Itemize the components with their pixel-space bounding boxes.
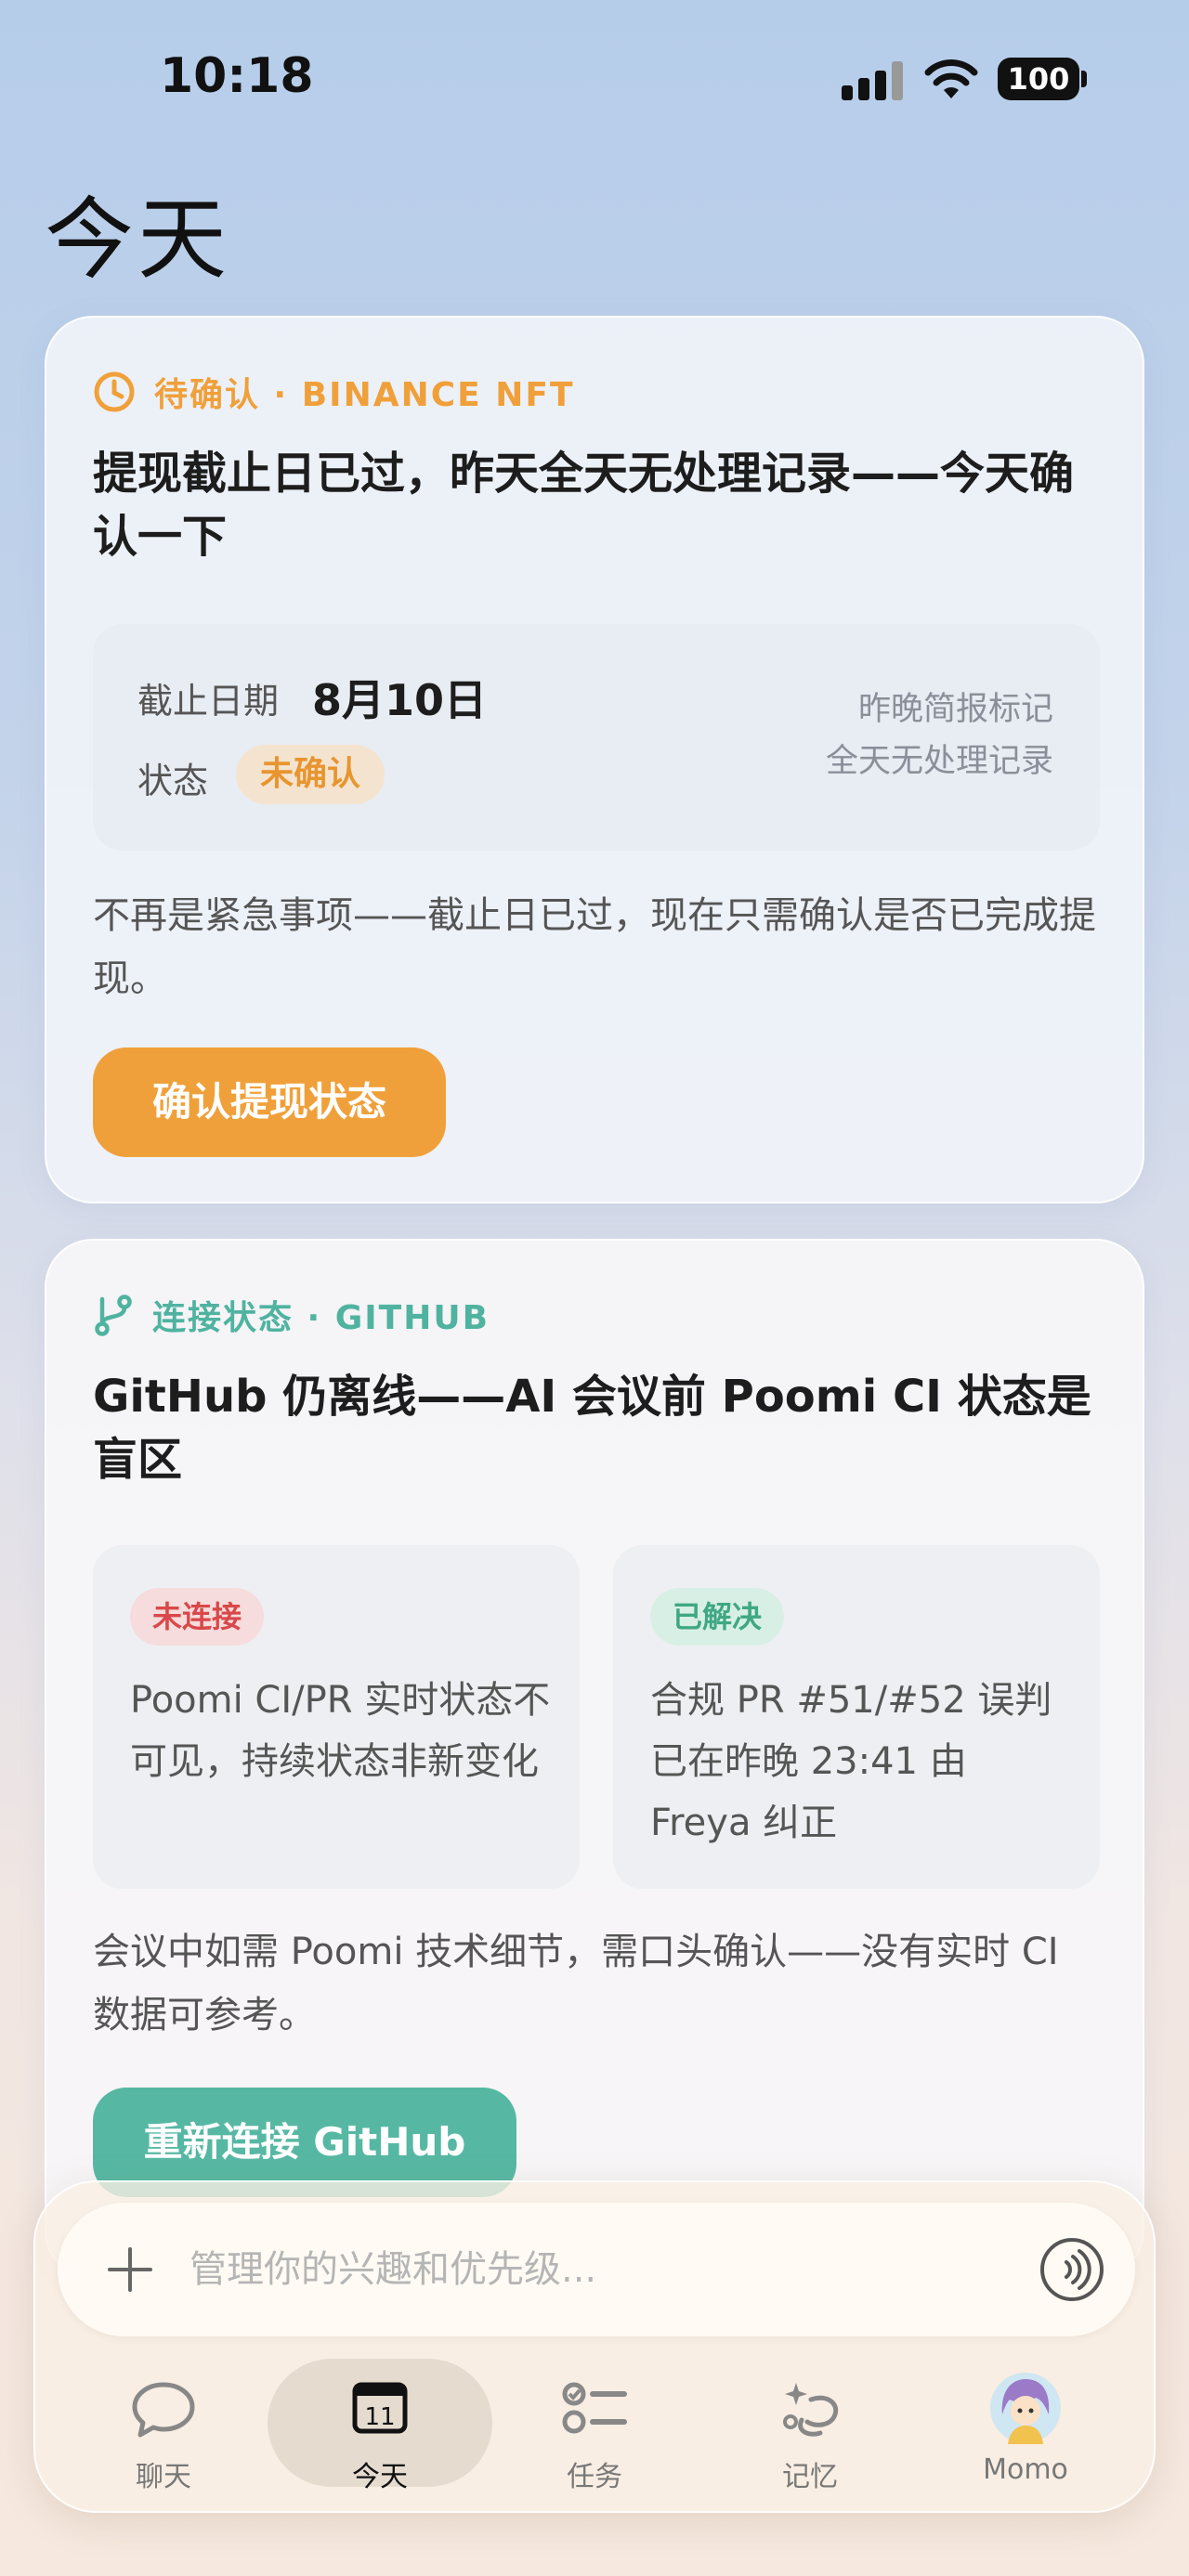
github-status-box: 未连接 Poomi CI/PR 实时状态不可见，持续状态非新变化 bbox=[93, 1545, 580, 1889]
clock-icon bbox=[94, 371, 135, 412]
memory-icon bbox=[783, 2383, 839, 2437]
card-tag: 连接状态 · GITHUB bbox=[93, 1291, 490, 1339]
not-connected-badge: 未连接 bbox=[130, 1588, 265, 1646]
binance-card: 待确认 · BINANCE NFT 提现截止日已过，昨天全天无处理记录——今天确… bbox=[45, 316, 1144, 1203]
calendar-icon: 11 bbox=[352, 2382, 408, 2434]
tab-label: Momo bbox=[983, 2453, 1068, 2486]
task-list-icon bbox=[562, 2382, 627, 2434]
card-tag-label: 连接状态 · GITHUB bbox=[152, 1299, 490, 1337]
status-badge: 未确认 bbox=[236, 745, 385, 804]
card-title: 提现截止日已过，昨天全天无处理记录——今天确认一下 bbox=[93, 448, 1075, 563]
resolved-box: 已解决 合规 PR #51/#52 误判已在昨晚 23:41 由 Freya 纠… bbox=[613, 1545, 1100, 1889]
tab-chat[interactable]: 聊天 bbox=[71, 2359, 256, 2498]
card-body: 不再是紧急事项——截止日已过，现在只需确认是否已完成提现。 bbox=[93, 894, 1096, 1000]
resolved-text: 合规 PR #51/#52 误判已在昨晚 23:41 由 Freya 纠正 bbox=[650, 1679, 1052, 1844]
status-bar: 10:18 100 bbox=[0, 0, 1189, 158]
github-card: 连接状态 · GITHUB GitHub 仍离线——AI 会议前 Poomi C… bbox=[45, 1239, 1144, 2279]
cellular-signal-icon bbox=[842, 61, 903, 100]
branch-icon bbox=[95, 1295, 132, 1336]
voice-icon[interactable] bbox=[1040, 2238, 1104, 2301]
deadline-info-box: 截止日期 8月10日 状态 未确认 昨晚简报标记 全天无处理记录 bbox=[93, 624, 1100, 851]
status-label: 状态 bbox=[137, 761, 209, 801]
tab-label: 今天 bbox=[352, 2461, 408, 2493]
resolved-badge: 已解决 bbox=[650, 1588, 785, 1646]
tab-bar: 聊天 11 今天 任务 记忆 Momo bbox=[35, 2359, 1157, 2498]
message-input-bar bbox=[58, 2203, 1135, 2336]
card-tag: 待确认 · BINANCE NFT bbox=[93, 368, 575, 416]
status-time: 10:18 bbox=[160, 48, 314, 104]
battery-icon: 100 bbox=[998, 58, 1079, 100]
card-body: 会议中如需 Poomi 技术细节，需口头确认——没有实时 CI 数据可参考。 bbox=[93, 1931, 1059, 2036]
briefing-note-line: 全天无处理记录 bbox=[825, 743, 1053, 780]
chat-bubble-icon bbox=[132, 2382, 195, 2438]
tab-label: 聊天 bbox=[136, 2461, 191, 2493]
briefing-note: 昨晚简报标记 全天无处理记录 bbox=[826, 683, 1053, 787]
plus-icon[interactable] bbox=[98, 2238, 162, 2301]
tab-label: 记忆 bbox=[782, 2461, 838, 2493]
deadline-value: 8月10日 bbox=[312, 675, 488, 725]
confirm-withdrawal-button[interactable]: 确认提现状态 bbox=[93, 1047, 446, 1157]
tab-momo[interactable]: Momo bbox=[933, 2359, 1118, 2498]
avatar bbox=[990, 2373, 1061, 2444]
tab-memory[interactable]: 记忆 bbox=[717, 2359, 903, 2498]
message-input[interactable] bbox=[189, 2203, 1007, 2336]
briefing-note-line: 昨晚简报标记 bbox=[857, 691, 1053, 728]
deadline-label: 截止日期 bbox=[137, 681, 280, 722]
tab-tasks[interactable]: 任务 bbox=[502, 2359, 687, 2498]
battery-tip bbox=[1081, 71, 1087, 87]
wifi-icon bbox=[924, 59, 978, 98]
github-status-text: Poomi CI/PR 实时状态不可见，持续状态非新变化 bbox=[130, 1679, 551, 1783]
card-tag-label: 待确认 · BINANCE NFT bbox=[154, 376, 575, 414]
tab-label: 任务 bbox=[567, 2461, 622, 2493]
bottom-panel: 聊天 11 今天 任务 bbox=[33, 2180, 1156, 2513]
tab-today[interactable]: 11 今天 bbox=[268, 2359, 492, 2493]
calendar-day: 11 bbox=[364, 2403, 395, 2431]
page-title: 今天 bbox=[45, 188, 230, 292]
card-title: GitHub 仍离线——AI 会议前 Poomi CI 状态是盲区 bbox=[93, 1371, 1091, 1486]
